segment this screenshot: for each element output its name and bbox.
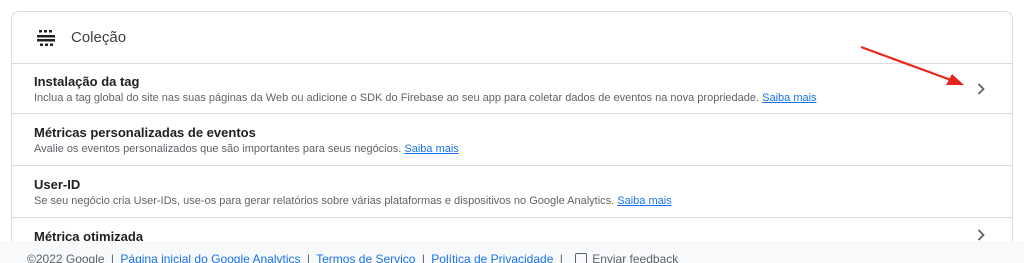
row-user-id[interactable]: User-ID Se seu negócio cria User-IDs, us… [12, 166, 1012, 218]
page-footer: ©2022 Google | Página inicial do Google … [0, 241, 1024, 263]
footer-link-analytics-home[interactable]: Página inicial do Google Analytics [120, 252, 300, 263]
footer-separator: | [110, 252, 115, 263]
row-custom-event-metrics[interactable]: Métricas personalizadas de eventos Avali… [12, 114, 1012, 166]
learn-more-link[interactable]: Saiba mais [762, 92, 816, 104]
collection-icon [35, 27, 57, 49]
row-title: User-ID [34, 177, 81, 192]
learn-more-link[interactable]: Saiba mais [404, 143, 458, 155]
footer-link-privacy[interactable]: Política de Privacidade [431, 252, 553, 263]
feedback-icon[interactable] [575, 253, 588, 263]
feedback-link[interactable]: Enviar feedback [592, 252, 678, 263]
card-header: Coleção [12, 12, 1012, 64]
footer-copyright: ©2022 Google [27, 252, 105, 263]
row-tag-installation[interactable]: Instalação da tag Inclua a tag global do… [12, 64, 1012, 114]
card-title: Coleção [71, 29, 127, 46]
footer-link-terms[interactable]: Termos de Serviço [316, 252, 415, 263]
row-description: Avalie os eventos personalizados que são… [34, 143, 459, 155]
chevron-right-icon[interactable] [974, 228, 988, 242]
row-title: Métricas personalizadas de eventos [34, 125, 256, 140]
collection-card: Coleção Instalação da tag Inclua a tag g… [11, 11, 1013, 263]
row-description: Se seu negócio cria User-IDs, use-os par… [34, 195, 672, 207]
footer-separator: | [421, 252, 425, 263]
footer-separator: | [559, 252, 563, 263]
footer-separator: | [306, 252, 310, 263]
learn-more-link[interactable]: Saiba mais [617, 195, 671, 207]
row-title: Instalação da tag [34, 74, 140, 89]
chevron-right-icon[interactable] [974, 82, 988, 96]
row-description: Inclua a tag global do site nas suas pág… [34, 92, 817, 104]
